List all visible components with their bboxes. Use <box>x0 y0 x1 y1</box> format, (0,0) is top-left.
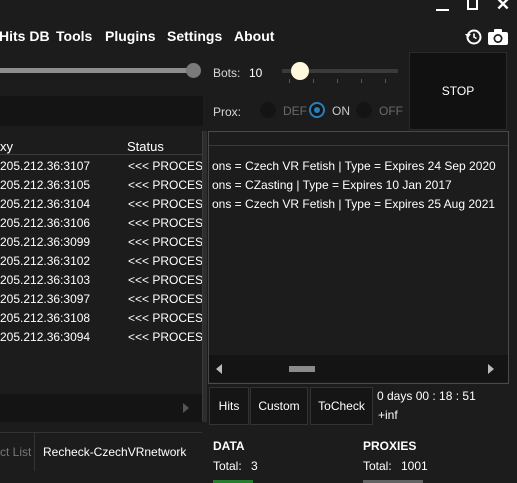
scroll-right-arrow-icon[interactable] <box>488 364 494 374</box>
data-hits-row <box>213 479 253 483</box>
column-header-proxy[interactable]: xy <box>0 139 13 154</box>
remaining-time: +inf <box>378 408 398 422</box>
table-row-proxy[interactable]: 205.212.36:3107 <box>0 159 90 173</box>
tab-ct-list[interactable]: ct List <box>0 433 35 471</box>
menu-about[interactable]: About <box>234 28 274 44</box>
proxy-mode-def-radio[interactable] <box>260 102 276 118</box>
hits-header-divider <box>209 145 508 146</box>
menu-hits-db[interactable]: Hits DB <box>0 28 50 44</box>
table-row-proxy[interactable]: 205.212.36:3108 <box>0 311 90 325</box>
table-row-proxy[interactable]: 205.212.36:3102 <box>0 254 90 268</box>
proxy-mode-on-radio[interactable] <box>309 102 325 118</box>
proxy-mode-def-label: DEF <box>283 104 307 118</box>
bots-slider-tick <box>337 79 338 83</box>
table-row-status[interactable]: <<< PROCESSING <box>128 197 202 211</box>
maximize-icon <box>467 0 478 10</box>
proxies-alive-row <box>363 479 423 483</box>
minimize-button[interactable] <box>436 0 450 16</box>
hits-scroll-thumb[interactable] <box>289 366 315 372</box>
table-row-proxy[interactable]: 205.212.36:3103 <box>0 273 90 287</box>
table-row-status[interactable]: <<< PROCESSING <box>128 292 202 306</box>
close-icon: ✕ <box>495 0 511 14</box>
data-total-label: Total: <box>213 459 242 473</box>
table-row-status[interactable]: <<< PROCESSING <box>128 311 202 325</box>
threads-slider-track[interactable] <box>0 68 193 73</box>
table-row-proxy[interactable]: 205.212.36:3105 <box>0 178 90 192</box>
proxy-grid-hscrollbar[interactable] <box>0 394 202 422</box>
table-row-status[interactable]: <<< PROCESSING <box>128 216 202 230</box>
scroll-right-arrow-icon[interactable] <box>183 403 189 413</box>
tab-recheck[interactable]: Recheck-CzechVRnetwork <box>36 433 202 471</box>
bots-slider-tick <box>313 79 314 83</box>
proxy-mode-label: Prox: <box>213 105 242 119</box>
proxy-mode-off-label: OFF <box>379 104 403 118</box>
column-header-status[interactable]: Status <box>127 139 164 154</box>
stop-button[interactable]: STOP <box>409 52 507 130</box>
menu-settings[interactable]: Settings <box>167 28 222 44</box>
scroll-left-arrow-icon[interactable] <box>216 364 222 374</box>
hits-button[interactable]: Hits <box>209 387 249 425</box>
table-row-proxy[interactable]: 205.212.36:3104 <box>0 197 90 211</box>
proxies-total-value: 1001 <box>401 459 428 473</box>
hit-entry[interactable]: ons = Czech VR Fetish | Type = Expires 2… <box>212 197 495 211</box>
table-row-status[interactable]: <<< PROCESSING <box>128 159 202 173</box>
hits-hscrollbar[interactable] <box>209 355 508 382</box>
history-icon[interactable] <box>464 28 484 46</box>
tocheck-button[interactable]: ToCheck <box>310 387 373 425</box>
bots-slider-handle[interactable] <box>291 62 310 80</box>
threads-slider-handle[interactable] <box>186 63 201 78</box>
panel-splitter[interactable] <box>203 131 207 422</box>
hit-entry[interactable]: ons = CZasting | Type = Expires 10 Jan 2… <box>212 178 452 192</box>
camera-icon[interactable] <box>487 28 509 46</box>
menu-tools[interactable]: Tools <box>56 28 92 44</box>
hit-entry[interactable]: ons = Czech VR Fetish | Type = Expires 2… <box>212 159 496 173</box>
bots-slider-tick <box>385 79 386 83</box>
proxy-mode-off-radio[interactable] <box>356 102 372 118</box>
filter-input[interactable] <box>0 96 203 126</box>
table-row-status[interactable]: <<< PROCESSING <box>128 178 202 192</box>
table-row-proxy[interactable]: 205.212.36:3106 <box>0 216 90 230</box>
minimize-icon <box>436 9 449 11</box>
proxy-mode-on-label: ON <box>332 104 350 118</box>
custom-button[interactable]: Custom <box>250 387 308 425</box>
table-row-status[interactable]: <<< PROCESSING <box>128 235 202 249</box>
data-section-title: DATA <box>213 439 245 453</box>
table-row-status[interactable]: <<< PROCESSING <box>128 254 202 268</box>
table-row-proxy[interactable]: 205.212.36:3099 <box>0 235 90 249</box>
bots-label: Bots: <box>213 66 241 80</box>
proxies-total-label: Total: <box>363 459 392 473</box>
proxies-section-title: PROXIES <box>363 439 417 453</box>
close-button[interactable]: ✕ <box>494 0 512 13</box>
bots-slider-tick <box>361 79 362 83</box>
table-row-status[interactable]: <<< PROCESSING <box>128 330 202 344</box>
bots-value: 10 <box>249 66 263 80</box>
maximize-button[interactable] <box>466 0 482 16</box>
table-row-status[interactable]: <<< PROCESSING <box>128 273 202 287</box>
bots-slider-tick <box>289 79 290 83</box>
data-total-value: 3 <box>251 459 258 473</box>
table-row-proxy[interactable]: 205.212.36:3097 <box>0 292 90 306</box>
menu-plugins[interactable]: Plugins <box>105 28 156 44</box>
header-divider <box>0 154 202 155</box>
elapsed-time: 0 days 00 : 18 : 51 <box>377 389 476 403</box>
table-row-proxy[interactable]: 205.212.36:3094 <box>0 330 90 344</box>
